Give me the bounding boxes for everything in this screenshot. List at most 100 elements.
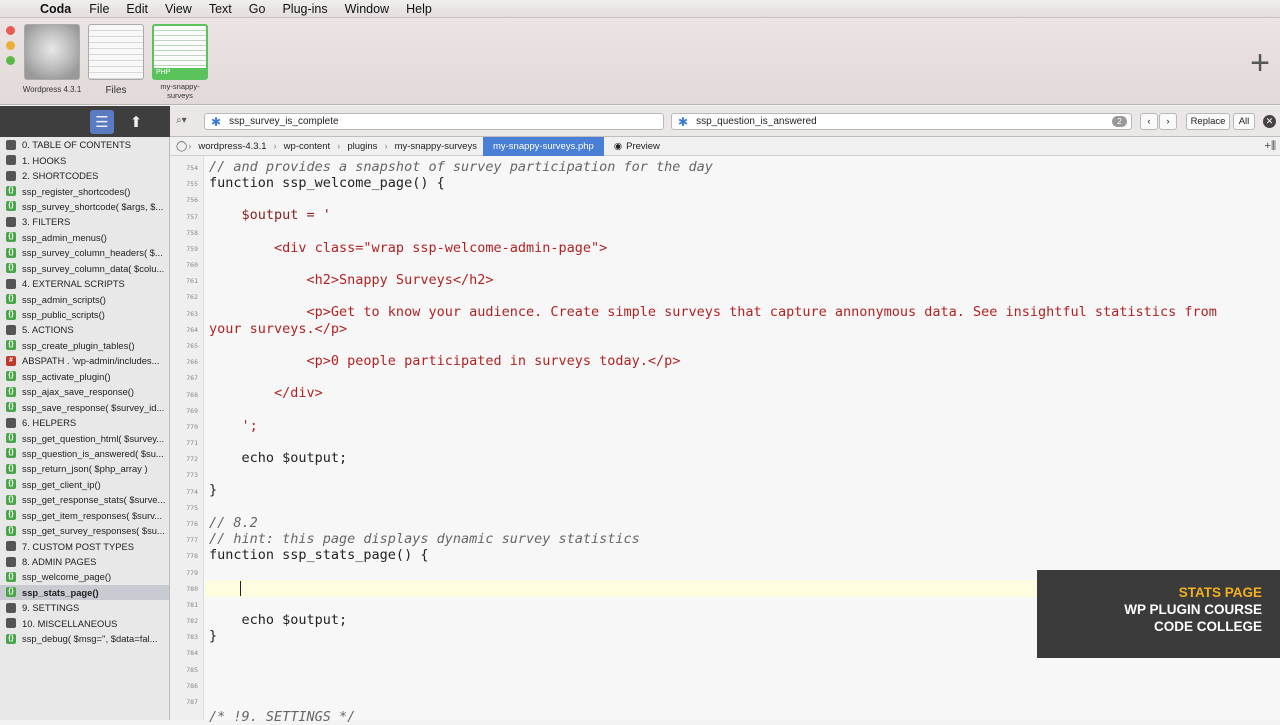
sidebar-item[interactable]: {} ssp_get_question_html( $survey... <box>0 430 169 445</box>
menu-edit[interactable]: Edit <box>126 2 148 16</box>
replace-input[interactable]: ✱ ssp_question_is_answered 2 <box>671 113 1132 130</box>
menu-bar: Coda File Edit View Text Go Plug-ins Win… <box>0 0 1280 18</box>
search-options-icon[interactable]: ⌕▾ <box>176 115 187 126</box>
sidebar-item[interactable]: # ABSPATH . 'wp-admin/includes... <box>0 353 169 368</box>
code-line: function ssp_welcome_page() { <box>209 175 445 191</box>
sidebar-item[interactable]: {} ssp_survey_column_headers( $... <box>0 245 169 260</box>
sidebar-item[interactable]: {} ssp_survey_column_data( $colu... <box>0 261 169 276</box>
sidebar-item[interactable]: {} ssp_stats_page() <box>0 584 169 601</box>
crumb-wp-content[interactable]: wp-content <box>278 141 336 152</box>
publish-icon[interactable]: ⬆ <box>124 110 148 134</box>
crumb-root[interactable]: wordpress-4.3.1 <box>192 141 272 152</box>
line-number: 781 <box>186 600 198 609</box>
function-icon: {} <box>6 510 16 521</box>
close-window-button[interactable] <box>6 26 15 35</box>
home-icon[interactable] <box>22 110 46 134</box>
globe-icon <box>24 24 80 80</box>
menu-help[interactable]: Help <box>406 2 432 16</box>
sidebar-item-label: 4. EXTERNAL SCRIPTS <box>22 278 125 290</box>
text-cursor <box>240 581 241 596</box>
sidebar-item[interactable]: 7. CUSTOM POST TYPES <box>0 538 169 553</box>
code-line: echo $output; <box>209 450 348 466</box>
sidebar-item[interactable]: 6. HELPERS <box>0 415 169 430</box>
path-bar: ◯ › wordpress-4.3.1 › wp-content › plugi… <box>170 136 1280 156</box>
preview-label: Preview <box>626 140 660 152</box>
function-icon: {} <box>6 633 16 644</box>
sidebar-item[interactable]: 2. SHORTCODES <box>0 168 169 183</box>
line-number: 787 <box>186 697 198 706</box>
menu-plugins[interactable]: Plug-ins <box>282 2 327 16</box>
code-line: <h2>Snappy Surveys</h2> <box>209 272 494 288</box>
code-line: echo $output; <box>209 612 348 628</box>
site-my-snappy-surveys[interactable]: PHP my-snappy-surveys <box>149 24 211 100</box>
close-find-icon[interactable]: ✕ <box>1263 115 1276 128</box>
line-number: 779 <box>186 568 198 577</box>
sidebar-item[interactable]: {} ssp_get_item_responses( $surv... <box>0 508 169 523</box>
sidebar-item[interactable]: {} ssp_question_is_answered( $su... <box>0 446 169 461</box>
find-toolbar: ☰ ⬆ ⌕▾ ✱ ssp_survey_is_complete ✱ ssp_qu… <box>0 106 1280 137</box>
sidebar-item[interactable]: {} ssp_admin_scripts() <box>0 291 169 306</box>
replace-value: ssp_question_is_answered <box>696 116 817 127</box>
sidebar-item[interactable]: {} ssp_get_client_ip() <box>0 477 169 492</box>
history-icon[interactable]: ◯ <box>176 141 187 152</box>
code-line: function ssp_stats_page() { <box>209 547 429 563</box>
section-marker-icon <box>6 278 16 289</box>
site-files[interactable]: Files <box>86 24 146 96</box>
code-line: <p>0 people participated in surveys toda… <box>209 353 681 369</box>
code-line: your surveys.</p> <box>209 321 348 337</box>
sidebar-item[interactable]: {} ssp_create_plugin_tables() <box>0 338 169 353</box>
crumb-plugin-folder[interactable]: my-snappy-surveys <box>389 141 483 152</box>
sidebar-item-label: 9. SETTINGS <box>22 602 80 614</box>
split-view-icon[interactable]: +⫼ <box>1265 140 1276 153</box>
sidebar-item[interactable]: {} ssp_public_scripts() <box>0 307 169 322</box>
add-site-icon[interactable]: + <box>1250 46 1270 80</box>
site-wordpress[interactable]: Wordpress 4.3.1 <box>22 24 82 94</box>
menu-app[interactable]: Coda <box>40 2 71 16</box>
replace-all-button[interactable]: All <box>1233 113 1255 130</box>
line-number: 782 <box>186 617 198 626</box>
sidebar-item[interactable]: 9. SETTINGS <box>0 600 169 615</box>
crumb-plugins[interactable]: plugins <box>341 141 383 152</box>
section-marker-icon <box>6 602 16 613</box>
section-marker-icon <box>6 541 16 552</box>
menu-window[interactable]: Window <box>345 2 389 16</box>
sidebar-item[interactable]: {} ssp_welcome_page() <box>0 569 169 584</box>
crumb-current-file[interactable]: my-snappy-surveys.php <box>482 136 604 156</box>
line-number: 754 <box>186 164 198 172</box>
zoom-window-button[interactable] <box>6 56 15 65</box>
code-line: /* !9. SETTINGS */ <box>209 709 356 725</box>
sidebar-item[interactable]: {} ssp_register_shortcodes() <box>0 183 169 198</box>
sidebar-item[interactable]: {} ssp_save_response( $survey_id... <box>0 399 169 414</box>
sidebar-item[interactable]: {} ssp_activate_plugin() <box>0 369 169 384</box>
code-navigator-icon[interactable]: ☰ <box>90 109 114 134</box>
files-icon[interactable] <box>56 110 80 134</box>
preview-button[interactable]: ◉ Preview <box>608 141 666 152</box>
sidebar-item[interactable]: 8. ADMIN PAGES <box>0 554 169 569</box>
sidebar-item[interactable]: {} ssp_admin_menus() <box>0 230 169 245</box>
function-icon: {} <box>6 479 16 490</box>
sidebar-item[interactable]: {} ssp_debug( $msg='', $data=fal... <box>0 631 169 646</box>
sidebar-item[interactable]: 3. FILTERS <box>0 214 169 229</box>
line-number: 780 <box>186 584 198 593</box>
menu-go[interactable]: Go <box>249 2 266 16</box>
sidebar-item[interactable]: 0. TABLE OF CONTENTS <box>0 137 169 152</box>
menu-file[interactable]: File <box>89 2 109 16</box>
sidebar-item[interactable]: {} ssp_get_survey_responses( $su... <box>0 523 169 538</box>
sidebar-item[interactable]: 4. EXTERNAL SCRIPTS <box>0 276 169 291</box>
line-number: 785 <box>186 665 198 674</box>
menu-text[interactable]: Text <box>209 2 232 16</box>
sidebar-item-label: ssp_welcome_page() <box>22 571 112 583</box>
sidebar-item[interactable]: 10. MISCELLANEOUS <box>0 616 169 631</box>
sidebar-item[interactable]: 1. HOOKS <box>0 152 169 167</box>
sidebar-item[interactable]: {} ssp_survey_shortcode( $args, $... <box>0 199 169 214</box>
menu-view[interactable]: View <box>165 2 192 16</box>
next-match-button[interactable]: › <box>1159 113 1177 130</box>
minimize-window-button[interactable] <box>6 41 15 50</box>
sidebar-item[interactable]: 5. ACTIONS <box>0 322 169 337</box>
sidebar-item[interactable]: {} ssp_get_response_stats( $surve... <box>0 492 169 507</box>
sidebar-item[interactable]: {} ssp_return_json( $php_array ) <box>0 461 169 476</box>
sidebar-item[interactable]: {} ssp_ajax_save_response() <box>0 384 169 399</box>
search-input[interactable]: ✱ ssp_survey_is_complete <box>204 113 664 130</box>
replace-button[interactable]: Replace <box>1186 113 1230 130</box>
previous-match-button[interactable]: ‹ <box>1140 113 1158 130</box>
